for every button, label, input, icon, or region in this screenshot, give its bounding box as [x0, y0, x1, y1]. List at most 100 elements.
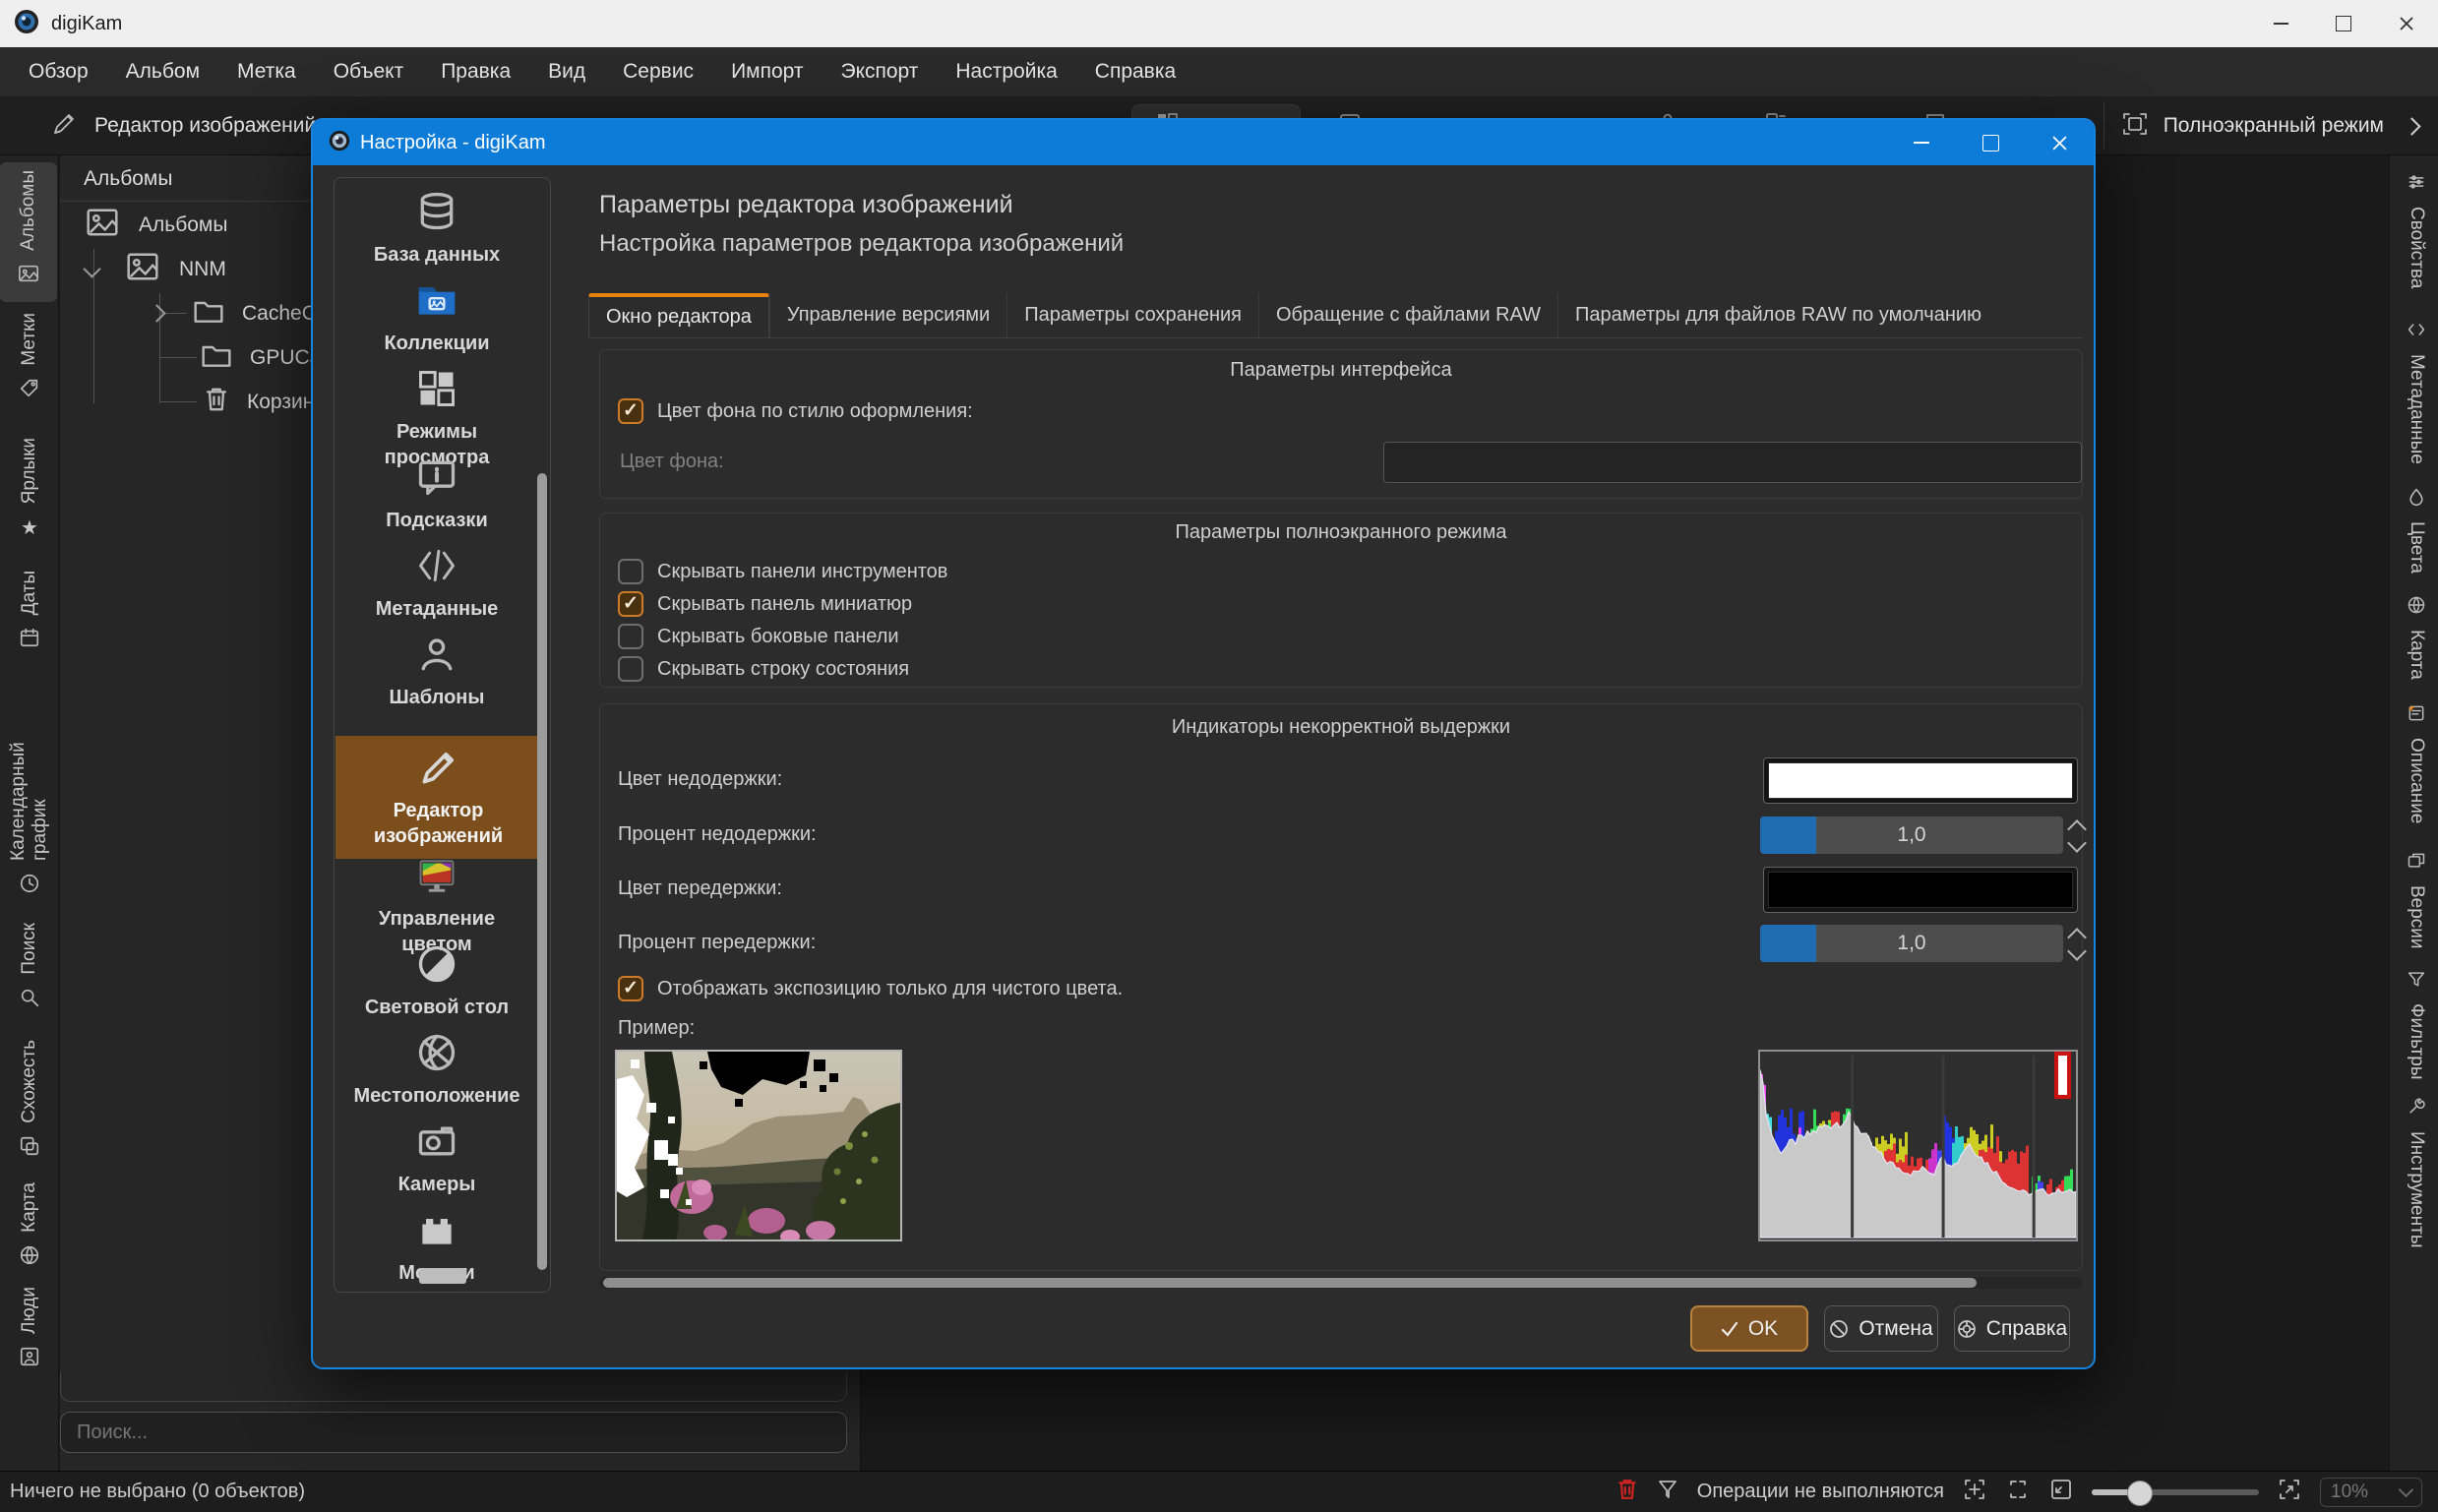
category-collections[interactable]: Коллекции — [335, 278, 538, 356]
category-cameras[interactable]: Камеры — [335, 1119, 538, 1197]
menu-vid[interactable]: Вид — [529, 60, 604, 84]
zoom-fit-icon[interactable] — [1962, 1477, 1987, 1507]
right-tab-filters[interactable]: Фильтры — [2395, 969, 2438, 1077]
half-circle-icon — [415, 942, 458, 991]
digikam-app-icon — [329, 130, 350, 156]
minimize-button[interactable] — [2249, 0, 2312, 47]
hide-toolbars-checkbox[interactable] — [618, 559, 643, 584]
category-templates[interactable]: Шаблоны — [335, 633, 538, 710]
right-tab-caption[interactable]: Описание — [2395, 703, 2438, 826]
image-icon — [126, 252, 159, 287]
menu-import[interactable]: Импорт — [712, 60, 822, 84]
hide-toolbars-label: Скрывать панели инструментов — [657, 561, 947, 583]
right-tab-versions[interactable]: Версии — [2395, 851, 2438, 949]
sidebar-tab-albums[interactable]: Альбомы — [0, 162, 57, 302]
trash-icon — [204, 386, 229, 419]
selection-status: Ничего не выбрано (0 объектов) — [10, 1481, 305, 1503]
dialog-minimize-button[interactable] — [1887, 120, 1956, 165]
zoom-100-icon[interactable] — [2005, 1477, 2031, 1507]
tag-filter-field[interactable] — [60, 1372, 847, 1402]
hide-statusbar-checkbox[interactable] — [618, 656, 643, 682]
under-color-button[interactable] — [1763, 757, 2078, 804]
menu-servis[interactable]: Сервис — [604, 60, 712, 84]
sidebar-tab-people[interactable]: Люди — [0, 1287, 59, 1370]
sidebar-tab-labels[interactable]: Ярлыки ★ — [0, 438, 59, 551]
hide-thumbbar-checkbox[interactable]: ✓ — [618, 591, 643, 617]
menu-obzor[interactable]: Обзор — [10, 60, 107, 84]
dialog-maximize-button[interactable] — [1956, 120, 2025, 165]
chevron-expanded-icon[interactable] — [83, 260, 100, 277]
fit-select-icon[interactable] — [2048, 1477, 2074, 1507]
tab-versioning[interactable]: Управление версиями — [769, 293, 1006, 337]
zoom-expand-icon[interactable] — [2277, 1477, 2302, 1507]
category-database[interactable]: База данных — [335, 190, 538, 268]
menu-metka[interactable]: Метка — [218, 60, 315, 84]
category-metadata[interactable]: Метаданные — [335, 544, 538, 622]
menu-eksport[interactable]: Экспорт — [822, 60, 937, 84]
sliders-icon — [2407, 172, 2426, 197]
sidebar-tab-tags[interactable]: Метки — [0, 313, 59, 423]
tab-raw-behavior[interactable]: Обращение с файлами RAW — [1258, 293, 1557, 337]
close-button[interactable] — [2375, 0, 2438, 47]
menu-album[interactable]: Альбом — [107, 60, 218, 84]
menu-nastroyka[interactable]: Настройка — [937, 60, 1075, 84]
zoom-level-select[interactable]: 10% — [2320, 1478, 2422, 1507]
digikam-app-icon — [14, 9, 39, 39]
cancel-button[interactable]: Отмена — [1824, 1305, 1938, 1352]
chevron-collapsed-icon[interactable] — [148, 304, 165, 322]
menu-spravka[interactable]: Справка — [1076, 60, 1194, 84]
sidebar-tab-timeline[interactable]: Календарный график — [0, 681, 59, 899]
category-image-editor[interactable]: Редактор изображений — [335, 736, 541, 859]
digikam-main-window: digiKam Обзор Альбом Метка Объект Правка… — [0, 0, 2438, 1512]
zoom-slider-knob[interactable] — [2127, 1481, 2153, 1506]
zoom-slider[interactable] — [2092, 1489, 2259, 1495]
right-tab-map[interactable]: Карта — [2395, 595, 2438, 689]
right-tab-properties[interactable]: Свойства — [2395, 172, 2438, 295]
image-editor-toolbutton[interactable]: Редактор изображений — [49, 96, 316, 155]
image-icon — [86, 208, 119, 243]
ok-button[interactable]: OK — [1690, 1305, 1808, 1352]
right-tab-metadata[interactable]: Метаданные — [2395, 320, 2438, 448]
right-tab-colors[interactable]: Цвета — [2395, 487, 2438, 575]
trash-icon[interactable] — [1616, 1477, 1638, 1507]
window-controls — [2249, 0, 2438, 47]
clock-icon — [19, 873, 40, 899]
fullscreen-toolbutton[interactable]: Полноэкранный режим — [2120, 96, 2418, 155]
category-scrollbar[interactable] — [537, 473, 547, 1270]
dialog-titlebar[interactable]: Настройка - digiKam — [313, 120, 2094, 165]
menu-obyekt[interactable]: Объект — [315, 60, 423, 84]
versions-icon — [2407, 851, 2426, 876]
filter-icon[interactable] — [1656, 1478, 1679, 1506]
category-geolocation[interactable]: Местоположение — [335, 1031, 538, 1109]
dialog-window-controls — [1887, 120, 2094, 165]
pure-color-checkbox[interactable]: ✓ — [618, 976, 643, 1001]
pencil-icon — [417, 746, 460, 794]
tab-raw-default[interactable]: Параметры для файлов RAW по умолчанию — [1557, 293, 1998, 337]
over-pct-spinbox[interactable]: 1,0 — [1760, 925, 2063, 962]
theme-bg-checkbox[interactable]: ✓ — [618, 398, 643, 424]
over-color-button[interactable] — [1763, 867, 2078, 913]
menu-pravka[interactable]: Правка — [422, 60, 529, 84]
dialog-hscrollbar[interactable] — [599, 1277, 2083, 1289]
theme-bg-checkbox-label: Цвет фона по стилю оформления: — [657, 400, 973, 423]
help-button[interactable]: Справка — [1954, 1305, 2070, 1352]
category-light-table[interactable]: Световой стол — [335, 942, 538, 1020]
dialog-page-subtitle: Настройка параметров редактора изображен… — [599, 230, 1124, 258]
hide-thumbbar-label: Скрывать панель миниатюр — [657, 593, 912, 616]
search-input[interactable] — [60, 1412, 847, 1453]
dialog-close-button[interactable] — [2025, 120, 2094, 165]
hide-sidebars-checkbox[interactable] — [618, 624, 643, 649]
dialog-hscrollbar-thumb[interactable] — [603, 1278, 1977, 1288]
sidebar-tab-dates[interactable]: Даты — [0, 571, 59, 667]
sidebar-tab-search[interactable]: Поиск — [0, 923, 59, 1016]
sidebar-tab-map[interactable]: Карта — [0, 1182, 59, 1271]
tab-editor-window[interactable]: Окно редактора — [588, 293, 769, 337]
cancel-icon — [1829, 1319, 1849, 1339]
maximize-button[interactable] — [2312, 0, 2375, 47]
under-pct-spinbox[interactable]: 1,0 — [1760, 816, 2063, 854]
colors-icon — [2407, 487, 2426, 512]
right-tab-tools[interactable]: Инструменты — [2395, 1097, 2438, 1244]
tab-save-settings[interactable]: Параметры сохранения — [1006, 293, 1258, 337]
sidebar-tab-similarity[interactable]: Схожесть — [0, 1040, 59, 1158]
category-tooltips[interactable]: Подсказки — [335, 455, 538, 533]
